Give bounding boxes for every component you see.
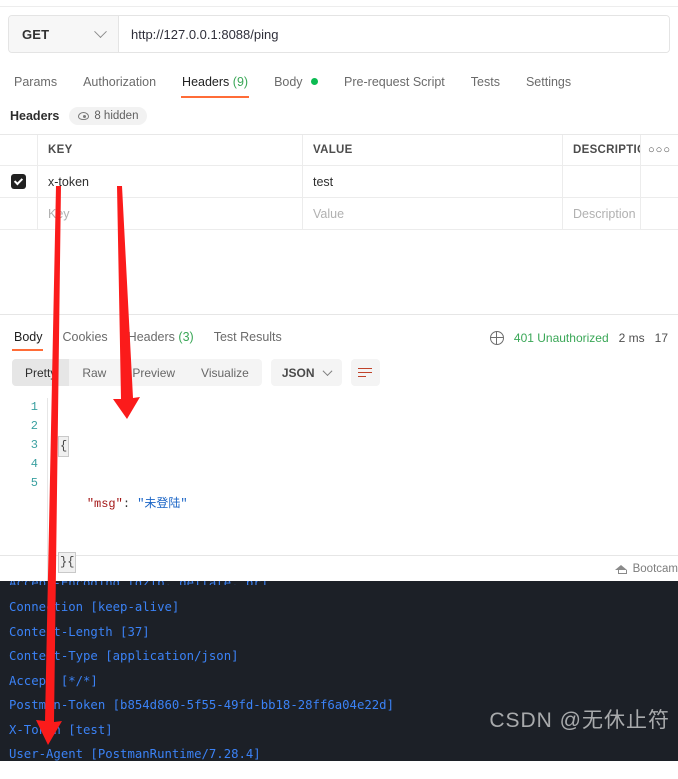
table-header-row: KEY VALUE DESCRIPTIO ○○○ (0, 135, 678, 166)
response-tab-headers-count: (3) (178, 330, 194, 344)
tab-tests[interactable]: Tests (458, 75, 513, 98)
header-cell-key: KEY (38, 135, 303, 165)
header-cell-checkbox (0, 135, 38, 165)
header-cell-value: VALUE (303, 135, 563, 165)
line-number: 2 (30, 419, 38, 433)
tab-pre-request-script[interactable]: Pre-request Script (331, 75, 458, 98)
json-separator: : (122, 497, 138, 511)
globe-icon[interactable] (489, 330, 504, 345)
http-method-label: GET (22, 26, 50, 42)
json-line: "msg": "未登陆" (58, 495, 678, 514)
console-line: Content-Length [37] (9, 624, 150, 639)
response-format-label: JSON (281, 365, 315, 380)
postman-window: GET http://127.0.0.1:8088/ping Params Au… (0, 0, 678, 779)
headers-table: KEY VALUE DESCRIPTIO ○○○ x-token test Ke… (0, 134, 678, 230)
checkbox-checked-icon (11, 174, 26, 189)
line-number: 4 (30, 457, 38, 471)
more-options-icon: ○○○ (648, 144, 671, 156)
response-status-bar: 401 Unauthorized 2 ms 17 (489, 330, 670, 351)
row-options (641, 166, 678, 197)
console-line: Connection [keep-alive] (9, 600, 180, 614)
terminal-console[interactable]: Accept-Encoding [gzip, deflate, br] Conn… (0, 581, 678, 761)
json-brace[interactable]: }{ (58, 552, 77, 573)
response-tab-body[interactable]: Body (8, 330, 53, 351)
body-status-dot-icon (311, 78, 319, 85)
csdn-watermark: CSDN @无休止符 (489, 708, 670, 732)
tab-headers-count: (9) (232, 75, 249, 89)
table-row[interactable]: x-token test (0, 166, 678, 198)
json-value: "未登陆" (137, 497, 188, 511)
json-brace[interactable]: { (58, 436, 70, 457)
response-body-pane: 1 2 3 4 5 { "msg": "未登陆" }{ "message": "… (0, 386, 678, 725)
headers-subheader: Headers 8 hidden (0, 98, 678, 134)
response-format-selector[interactable]: JSON (270, 359, 342, 386)
row-checkbox[interactable] (0, 166, 38, 197)
graduation-cap-icon (614, 564, 628, 574)
view-mode-visualize[interactable]: Visualize (188, 359, 262, 386)
response-time: 2 ms (618, 331, 645, 345)
table-options-button[interactable]: ○○○ (641, 135, 678, 165)
row-options-empty (641, 198, 678, 229)
response-body-toolbar: Pretty Raw Preview Visualize JSON (0, 351, 678, 386)
headers-section-title: Headers (10, 109, 60, 123)
view-mode-preview[interactable]: Preview (119, 359, 188, 386)
row-value[interactable]: test (303, 166, 563, 197)
row-description[interactable] (563, 166, 641, 197)
json-key: "msg" (86, 497, 123, 511)
console-line: Accept [*/*] (9, 673, 98, 688)
view-mode-pretty[interactable]: Pretty (12, 359, 70, 386)
view-mode-segmented-control: Pretty Raw Preview Visualize (12, 359, 262, 386)
tab-settings[interactable]: Settings (513, 75, 584, 98)
wrap-lines-icon (358, 367, 373, 378)
console-line: User-Agent [PostmanRuntime/7.28.4] (9, 747, 261, 761)
request-tabs: Params Authorization Headers (9) Body Pr… (0, 67, 678, 98)
line-number: 1 (30, 400, 38, 414)
row-checkbox-empty[interactable] (0, 198, 38, 229)
header-cell-description: DESCRIPTIO (563, 135, 641, 165)
http-method-selector[interactable]: GET (9, 16, 119, 52)
wrap-lines-button[interactable] (350, 359, 380, 386)
window-top-strip (0, 0, 678, 7)
console-line: Content-Type [application/json] (9, 649, 239, 663)
status-badge: 401 Unauthorized (513, 331, 609, 345)
console-line-partial: Accept-Encoding [gzip, deflate, br] (9, 581, 678, 585)
line-number: 3 (30, 438, 38, 452)
response-tabs: Body Cookies Headers (3) Test Results 40… (0, 325, 678, 351)
request-pane-filler (0, 230, 678, 315)
tab-headers[interactable]: Headers (9) (169, 75, 261, 98)
response-tab-test-results[interactable]: Test Results (204, 330, 292, 351)
row-description-placeholder[interactable]: Description (563, 198, 641, 229)
request-url-bar: GET http://127.0.0.1:8088/ping (8, 15, 670, 53)
json-line: }{ (58, 552, 678, 573)
view-mode-raw[interactable]: Raw (69, 359, 119, 386)
chevron-down-icon (94, 24, 107, 38)
tab-body[interactable]: Body (261, 75, 331, 98)
row-value-placeholder[interactable]: Value (303, 198, 563, 229)
chevron-down-icon (322, 366, 332, 377)
tab-body-label: Body (274, 75, 303, 89)
row-key[interactable]: x-token (38, 166, 303, 197)
eye-icon (78, 112, 90, 120)
response-tab-headers-label: Headers (127, 330, 175, 344)
tab-authorization[interactable]: Authorization (70, 75, 169, 98)
hidden-headers-label: 8 hidden (94, 110, 139, 122)
response-tab-cookies[interactable]: Cookies (53, 330, 118, 351)
tab-headers-label: Headers (182, 75, 230, 89)
response-size: 17 (654, 331, 668, 345)
table-row-empty[interactable]: Key Value Description (0, 198, 678, 230)
request-url-input[interactable]: http://127.0.0.1:8088/ping (119, 16, 669, 52)
line-number: 5 (30, 476, 38, 490)
response-tab-headers[interactable]: Headers (3) (118, 330, 204, 351)
tab-params[interactable]: Params (8, 75, 70, 98)
hidden-headers-toggle[interactable]: 8 hidden (69, 107, 148, 125)
row-key-placeholder[interactable]: Key (38, 198, 303, 229)
json-line: { (58, 436, 678, 457)
